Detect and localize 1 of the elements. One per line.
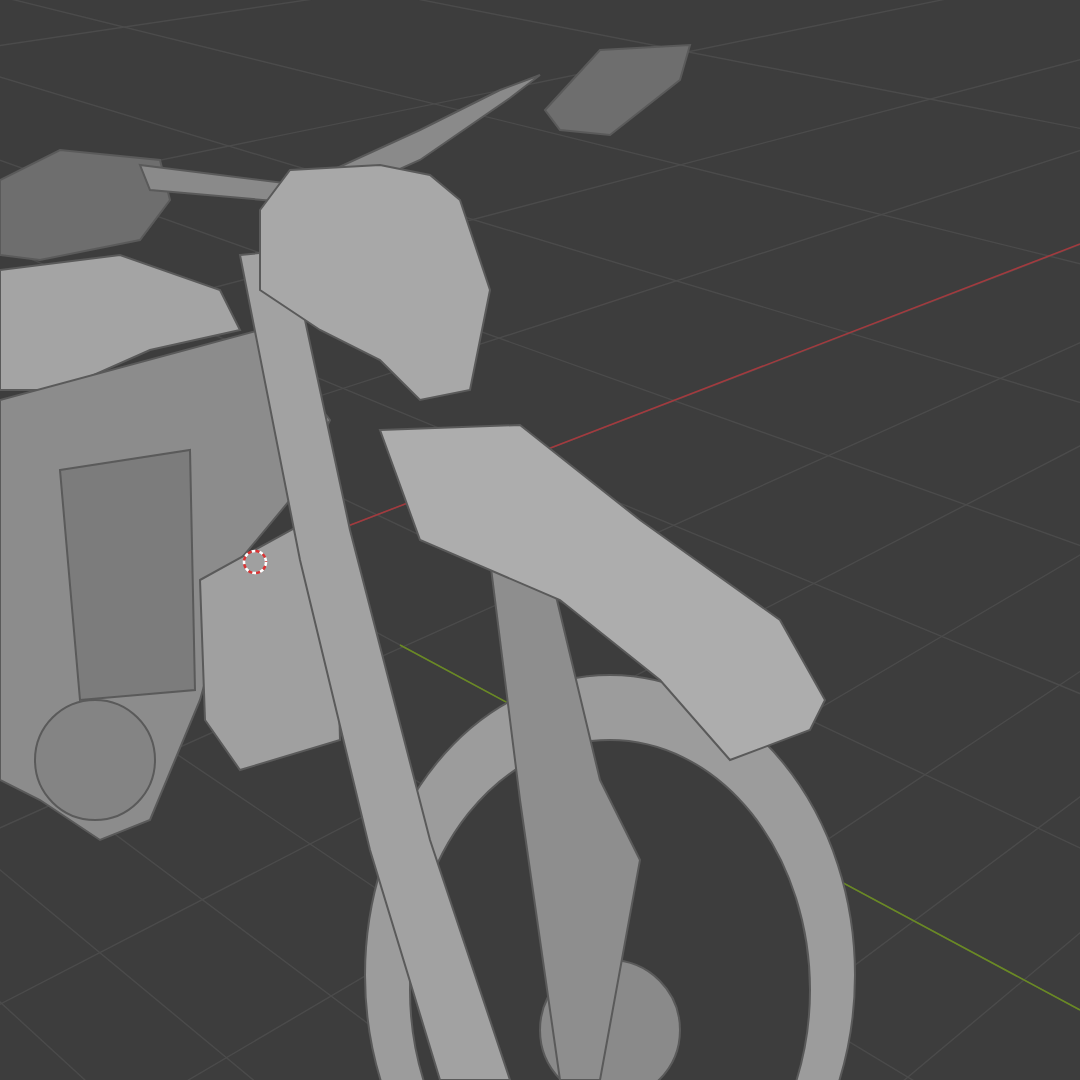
3d-cursor-icon[interactable] [242, 549, 268, 575]
